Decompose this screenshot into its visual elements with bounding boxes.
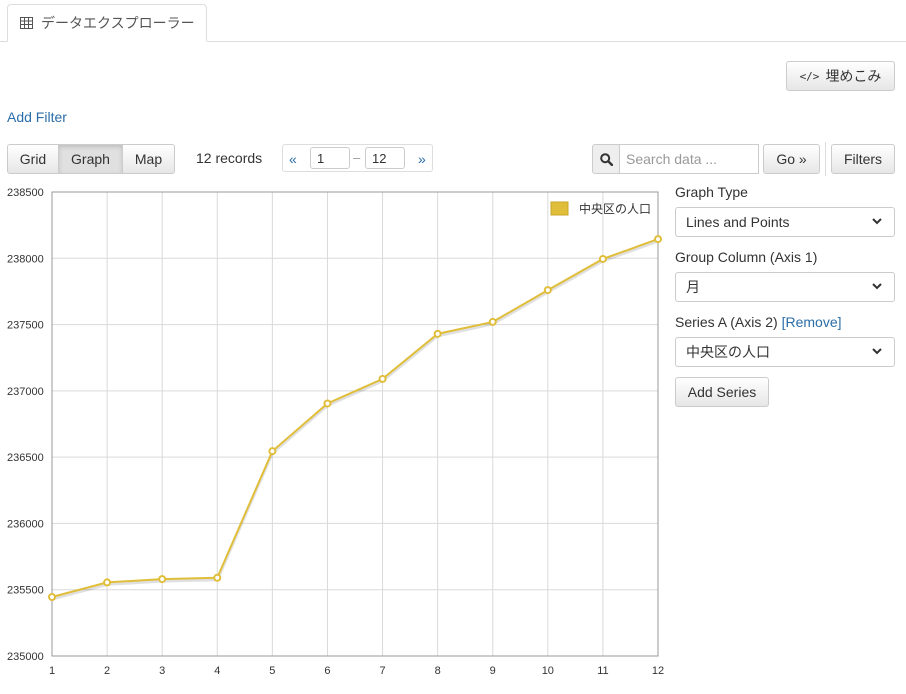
record-from-input[interactable] [310,147,350,169]
data-point [158,575,167,584]
remove-series-link[interactable]: [Remove] [782,314,842,330]
chevron-down-icon [870,279,884,296]
x-tick-label: 1 [49,665,55,677]
plot-border [51,191,659,657]
code-icon: </> [799,69,820,83]
series-a-label: Series A (Axis 2) [675,314,778,330]
x-tick-label: 9 [490,665,496,677]
map-view-button[interactable]: Map [122,144,175,174]
group-column-label: Group Column (Axis 1) [675,249,818,265]
data-point [323,399,332,408]
x-tick-label: 3 [159,665,165,677]
y-tick-label: 235000 [7,651,44,663]
record-to-input[interactable] [365,147,405,169]
y-tick-label: 237000 [7,386,44,398]
x-tick-label: 6 [324,665,330,677]
series-line-shadow [51,239,659,601]
data-point [488,317,497,326]
embed-button[interactable]: </> 埋めこみ [786,61,895,91]
tab-title: データエクスプローラー [41,15,195,31]
x-tick-label: 2 [104,665,110,677]
search-icon [592,144,620,174]
range-dash: – [353,150,361,165]
pagination: « – » [282,144,433,172]
data-point [378,374,387,383]
add-filter-link[interactable]: Add Filter [7,109,67,125]
x-tick-label: 8 [435,665,441,677]
search-input[interactable] [619,144,759,174]
legend-swatch [550,201,569,216]
data-point [268,447,277,456]
data-point [103,578,112,587]
series-line [51,238,659,598]
series-a-select[interactable]: 中央区の人口 [675,337,895,367]
x-tick-label: 11 [597,665,608,677]
graph-type-select[interactable]: Lines and Points [675,207,895,237]
add-series-button[interactable]: Add Series [675,377,769,407]
data-point [433,329,442,338]
y-tick-label: 236000 [7,518,44,530]
view-toggle: Grid Graph Map [7,144,175,174]
tab-bar: データエクスプローラー [0,0,906,42]
x-tick-label: 5 [269,665,275,677]
next-page-button[interactable]: » [418,151,426,167]
record-count: 12 records [196,150,263,166]
y-tick-label: 237500 [7,320,44,332]
grid-view-button[interactable]: Grid [7,144,59,174]
group-column-value: 月 [686,279,700,295]
y-tick-label: 238500 [7,187,44,199]
chevron-down-icon [870,214,884,231]
toolbar-divider [825,142,826,176]
y-tick-label: 236500 [7,452,44,464]
prev-page-button[interactable]: « [289,151,297,167]
table-icon [20,17,33,29]
go-button[interactable]: Go » [763,144,820,174]
x-tick-label: 12 [652,665,664,677]
tab-data-explorer[interactable]: データエクスプローラー [7,4,207,42]
data-point [598,254,607,263]
data-point [543,286,552,295]
x-tick-label: 4 [214,665,220,677]
y-tick-label: 238000 [7,253,44,265]
graph-type-value: Lines and Points [686,214,790,230]
embed-label: 埋めこみ [825,68,882,84]
legend-label: 中央区の人口 [579,201,651,216]
data-point [48,593,56,602]
x-tick-label: 10 [542,665,554,677]
data-point [213,573,222,582]
x-tick-label: 7 [379,665,385,677]
series-a-value: 中央区の人口 [686,344,770,360]
series-a-label-row: Series A (Axis 2) [Remove] [675,314,842,330]
graph-type-label: Graph Type [675,184,748,200]
y-tick-label: 235500 [7,585,44,597]
graph-view-button[interactable]: Graph [58,144,123,174]
line-chart-svg: 235000 235500 236000 236500 237000 237500 2380… [7,187,664,677]
chevron-down-icon [870,344,884,361]
group-column-select[interactable]: 月 [675,272,895,302]
graph-chart: 235000 235500 236000 236500 237000 237500 2380… [0,180,670,694]
data-point [654,235,662,244]
filters-button[interactable]: Filters [831,144,895,174]
